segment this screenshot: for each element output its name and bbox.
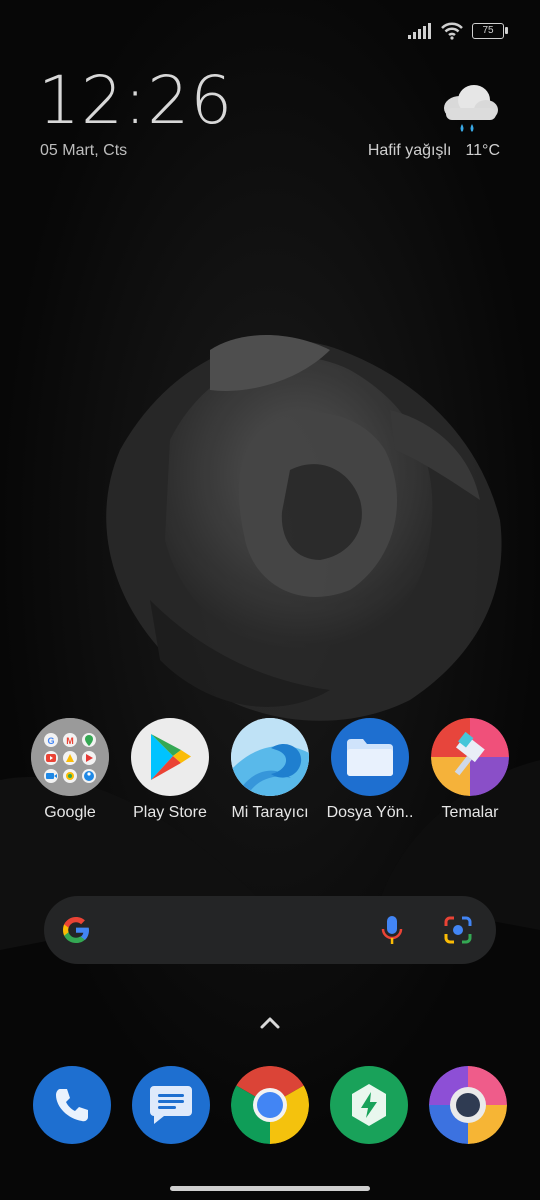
google-search-bar[interactable] [44, 896, 496, 964]
google-folder-icon: G M [31, 718, 109, 796]
date[interactable]: 05 Mart, Cts [40, 142, 127, 160]
app-label: Mi Tarayıcı [231, 804, 309, 821]
dock [33, 1066, 507, 1144]
app-label: Google [44, 804, 96, 821]
microphone-icon[interactable] [380, 914, 404, 946]
app-play-store[interactable]: Play Store [120, 718, 220, 822]
app-google-folder[interactable]: G M Google [20, 718, 120, 822]
security-icon[interactable] [330, 1066, 408, 1144]
app-file-manager[interactable]: Dosya Yön.. [320, 718, 420, 822]
app-label: Temalar [441, 804, 499, 821]
status-bar: 75 [408, 14, 508, 48]
phone-icon[interactable] [33, 1066, 111, 1144]
messages-icon[interactable] [132, 1066, 210, 1144]
play-store-icon [131, 718, 209, 796]
app-label: Dosya Yön.. [326, 804, 414, 821]
browser-icon[interactable] [429, 1066, 507, 1144]
chevron-up-icon[interactable] [259, 1014, 281, 1030]
chrome-icon[interactable] [231, 1066, 309, 1144]
themes-icon [431, 718, 509, 796]
wifi-icon [441, 22, 463, 40]
svg-text:G: G [47, 736, 54, 746]
home-gesture-bar[interactable] [170, 1186, 370, 1191]
mi-browser-icon [231, 718, 309, 796]
rain-cloud-icon[interactable] [438, 78, 500, 140]
google-lens-icon[interactable] [442, 914, 474, 946]
weather-temperature: 11°C [465, 142, 500, 159]
file-manager-icon [331, 718, 409, 796]
clock[interactable]: 12:26 [38, 64, 233, 138]
app-themes[interactable]: Temalar [420, 718, 520, 822]
home-app-row: G M Google Play Store Mi Tarayıcı Dosya … [20, 718, 520, 822]
svg-text:M: M [66, 736, 74, 746]
signal-icon [408, 23, 431, 39]
app-label: Play Store [133, 804, 207, 821]
google-g-icon [63, 917, 89, 943]
battery-icon: 75 [472, 23, 508, 39]
weather-condition: Hafif yağışlı [367, 142, 452, 159]
weather-info[interactable]: Hafif yağışlı 11°C [368, 142, 500, 160]
app-mi-browser[interactable]: Mi Tarayıcı [220, 718, 320, 822]
battery-level: 75 [482, 25, 494, 36]
